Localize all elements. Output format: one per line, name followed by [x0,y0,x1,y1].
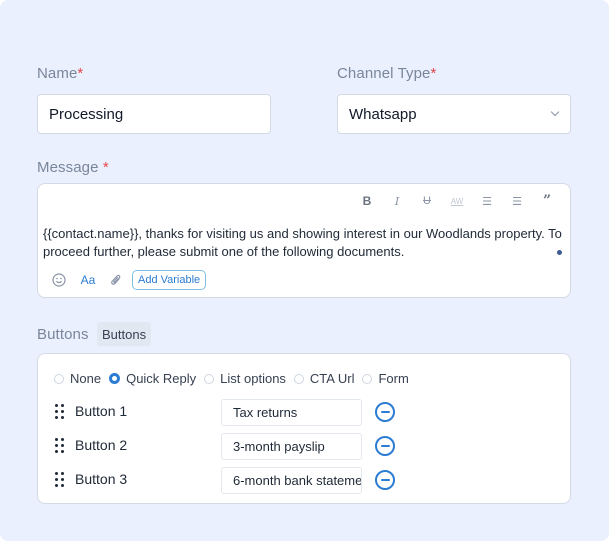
numbered-list-icon[interactable]: ☰ [502,192,532,210]
button-name: Button 1 [75,403,128,419]
quote-icon[interactable]: ” [532,192,562,210]
remove-circle-icon[interactable] [375,402,395,422]
button-text-value: 6-month bank statement [233,473,362,488]
button-type-radio-group: None Quick Reply List options CTA Url Fo… [54,371,417,386]
drag-handle-icon[interactable] [55,438,65,454]
message-editor[interactable]: B I U AW ☰ ☰ ” {{contact.name}}, thanks … [37,183,571,298]
radio-circle-icon[interactable] [204,373,215,384]
bullet-list-icon[interactable]: ☰ [472,192,502,210]
required-mark: * [77,65,84,82]
cursor-dot-icon [557,250,562,255]
drag-handle-icon[interactable] [55,404,65,420]
radio-quick-reply[interactable]: Quick Reply [109,371,196,386]
text-format-icon[interactable]: Aa [77,270,99,290]
attachment-icon[interactable] [105,270,127,290]
radio-circle-icon[interactable] [362,373,373,384]
required-mark: * [430,65,437,82]
name-label-text: Name [37,65,78,82]
radio-label: Form [378,371,409,386]
format-toolbar: B I U AW ☰ ☰ ” [352,192,562,210]
buttons-panel: None Quick Reply List options CTA Url Fo… [37,353,571,504]
name-input[interactable]: Processing [37,94,271,134]
buttons-tag: Buttons [97,322,152,346]
button-text-input[interactable]: 6-month bank statement [221,467,362,494]
name-label: Name* [37,65,83,82]
channel-type-select[interactable]: Whatsapp [337,94,571,134]
radio-selected-icon[interactable] [109,373,121,384]
radio-none[interactable]: None [54,371,101,386]
radio-label: CTA Url [309,371,355,386]
required-mark: * [102,159,109,176]
buttons-label: Buttons [37,326,89,343]
channel-type-label-text: Channel Type [337,65,431,82]
template-form: Name* Processing Channel Type* Whatsapp … [0,0,609,541]
message-text[interactable]: {{contact.name}}, thanks for visiting us… [43,225,563,261]
button-row: Button 2 3-month payslip [55,433,395,460]
radio-list-options[interactable]: List options [204,371,286,386]
strikethrough-icon[interactable]: U [412,192,442,210]
editor-bottom-tools: Aa Add Variable [48,270,207,290]
radio-form[interactable]: Form [362,371,409,386]
radio-label: Quick Reply [126,371,197,386]
remove-circle-icon[interactable] [375,436,395,456]
button-row: Button 3 6-month bank statement [55,467,395,494]
message-label-text: Message [37,159,99,176]
radio-circle-icon[interactable] [293,373,304,384]
italic-icon[interactable]: I [382,192,412,210]
monospace-icon[interactable]: AW [442,192,472,210]
emoji-icon[interactable] [48,270,70,290]
bold-icon[interactable]: B [352,192,382,210]
chevron-down-icon [550,107,560,117]
channel-type-label: Channel Type* [337,65,436,82]
button-name: Button 3 [75,471,128,487]
radio-label: List options [220,371,286,386]
channel-type-value: Whatsapp [349,105,417,123]
radio-label: None [70,371,102,386]
add-variable-button[interactable]: Add Variable [132,270,207,290]
message-label: Message * [37,159,109,176]
remove-circle-icon[interactable] [375,470,395,490]
button-text-input[interactable]: Tax returns [221,399,362,426]
radio-cta-url[interactable]: CTA Url [293,371,355,386]
drag-handle-icon[interactable] [55,472,65,488]
button-text-value: Tax returns [233,405,298,420]
button-row: Button 1 Tax returns [55,399,395,426]
name-input-value: Processing [49,105,124,123]
button-text-input[interactable]: 3-month payslip [221,433,362,460]
button-text-value: 3-month payslip [233,439,325,454]
radio-circle-icon[interactable] [54,373,64,384]
button-name: Button 2 [75,437,128,453]
